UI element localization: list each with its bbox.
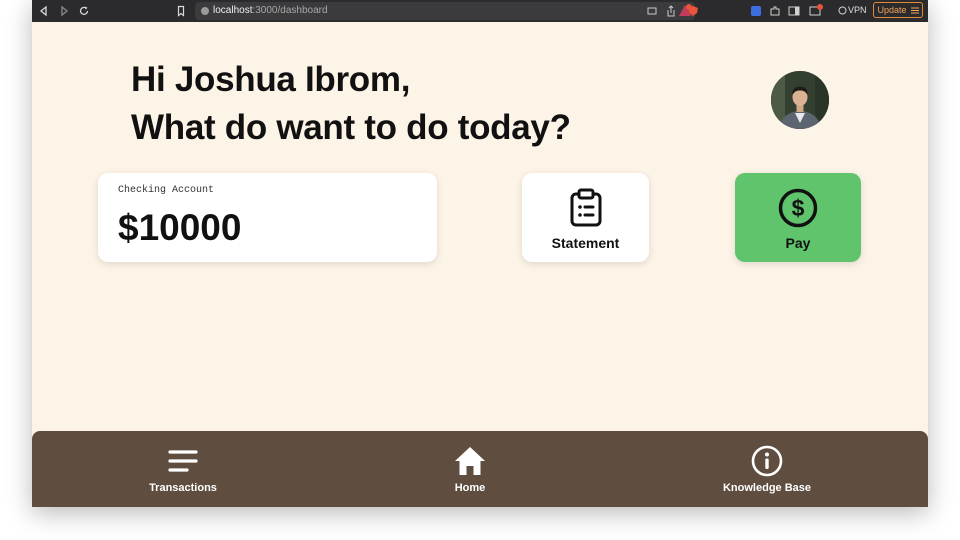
forward-icon[interactable] bbox=[56, 3, 72, 19]
update-label: Update bbox=[877, 5, 907, 15]
cast-icon[interactable] bbox=[647, 6, 657, 16]
nav-label-knowledge-base: Knowledge Base bbox=[722, 482, 812, 494]
browser-window: localhost:3000/dashboard VPN Update Hi J… bbox=[32, 0, 928, 507]
clipboard-icon bbox=[570, 188, 601, 227]
url-text: localhost:3000/dashboard bbox=[213, 5, 328, 16]
bottom-navigation: Transactions Home Knowledge Base bbox=[32, 431, 928, 507]
update-button[interactable]: Update bbox=[873, 2, 923, 18]
nav-label-home: Home bbox=[454, 482, 486, 494]
pay-button[interactable]: $ Pay bbox=[735, 173, 861, 262]
site-info-icon[interactable] bbox=[200, 6, 210, 16]
house-icon bbox=[455, 447, 485, 475]
extensions-icon[interactable] bbox=[769, 5, 781, 17]
menu-icon bbox=[910, 7, 919, 13]
user-avatar[interactable] bbox=[771, 71, 829, 129]
info-circle-icon bbox=[751, 445, 783, 477]
greeting-line-question: What do want to do today? bbox=[131, 108, 571, 147]
account-type-label: Checking Account bbox=[118, 185, 215, 196]
address-bar[interactable]: localhost:3000/dashboard bbox=[195, 2, 698, 20]
wallet-icon[interactable] bbox=[809, 4, 823, 17]
nav-item-transactions[interactable]: Transactions bbox=[93, 445, 273, 501]
vpn-label[interactable]: VPN bbox=[848, 5, 867, 15]
statement-button[interactable]: Statement bbox=[522, 173, 649, 262]
browser-toolbar: localhost:3000/dashboard VPN Update bbox=[32, 0, 928, 22]
url-path: :3000/dashboard bbox=[252, 5, 328, 16]
account-balance: $10000 bbox=[118, 207, 242, 248]
reload-icon[interactable] bbox=[76, 3, 92, 19]
back-icon[interactable] bbox=[36, 3, 52, 19]
share-icon[interactable] bbox=[666, 5, 676, 17]
url-host: localhost bbox=[213, 5, 253, 16]
nav-item-knowledge-base[interactable]: Knowledge Base bbox=[677, 445, 857, 501]
statement-label: Statement bbox=[551, 235, 620, 251]
nav-item-home[interactable]: Home bbox=[380, 445, 560, 501]
bookmark-icon[interactable] bbox=[173, 3, 189, 19]
greeting-line-name: Hi Joshua Ibrom, bbox=[131, 60, 411, 99]
vpn-icon[interactable] bbox=[838, 6, 847, 15]
checking-account-card[interactable]: Checking Account $10000 bbox=[98, 173, 437, 262]
page-greeting: Hi Joshua Ibrom, What do want to do toda… bbox=[131, 56, 571, 152]
bitwarden-icon[interactable] bbox=[750, 5, 762, 17]
rewards-icon[interactable] bbox=[678, 4, 692, 18]
avatar-photo bbox=[771, 71, 829, 129]
pay-label: Pay bbox=[785, 235, 811, 251]
dollar-circle-icon: $ bbox=[778, 188, 818, 228]
nav-label-transactions: Transactions bbox=[149, 482, 217, 494]
menu-lines-icon bbox=[168, 450, 198, 472]
svg-text:$: $ bbox=[792, 195, 805, 221]
sidebar-icon[interactable] bbox=[788, 5, 800, 17]
